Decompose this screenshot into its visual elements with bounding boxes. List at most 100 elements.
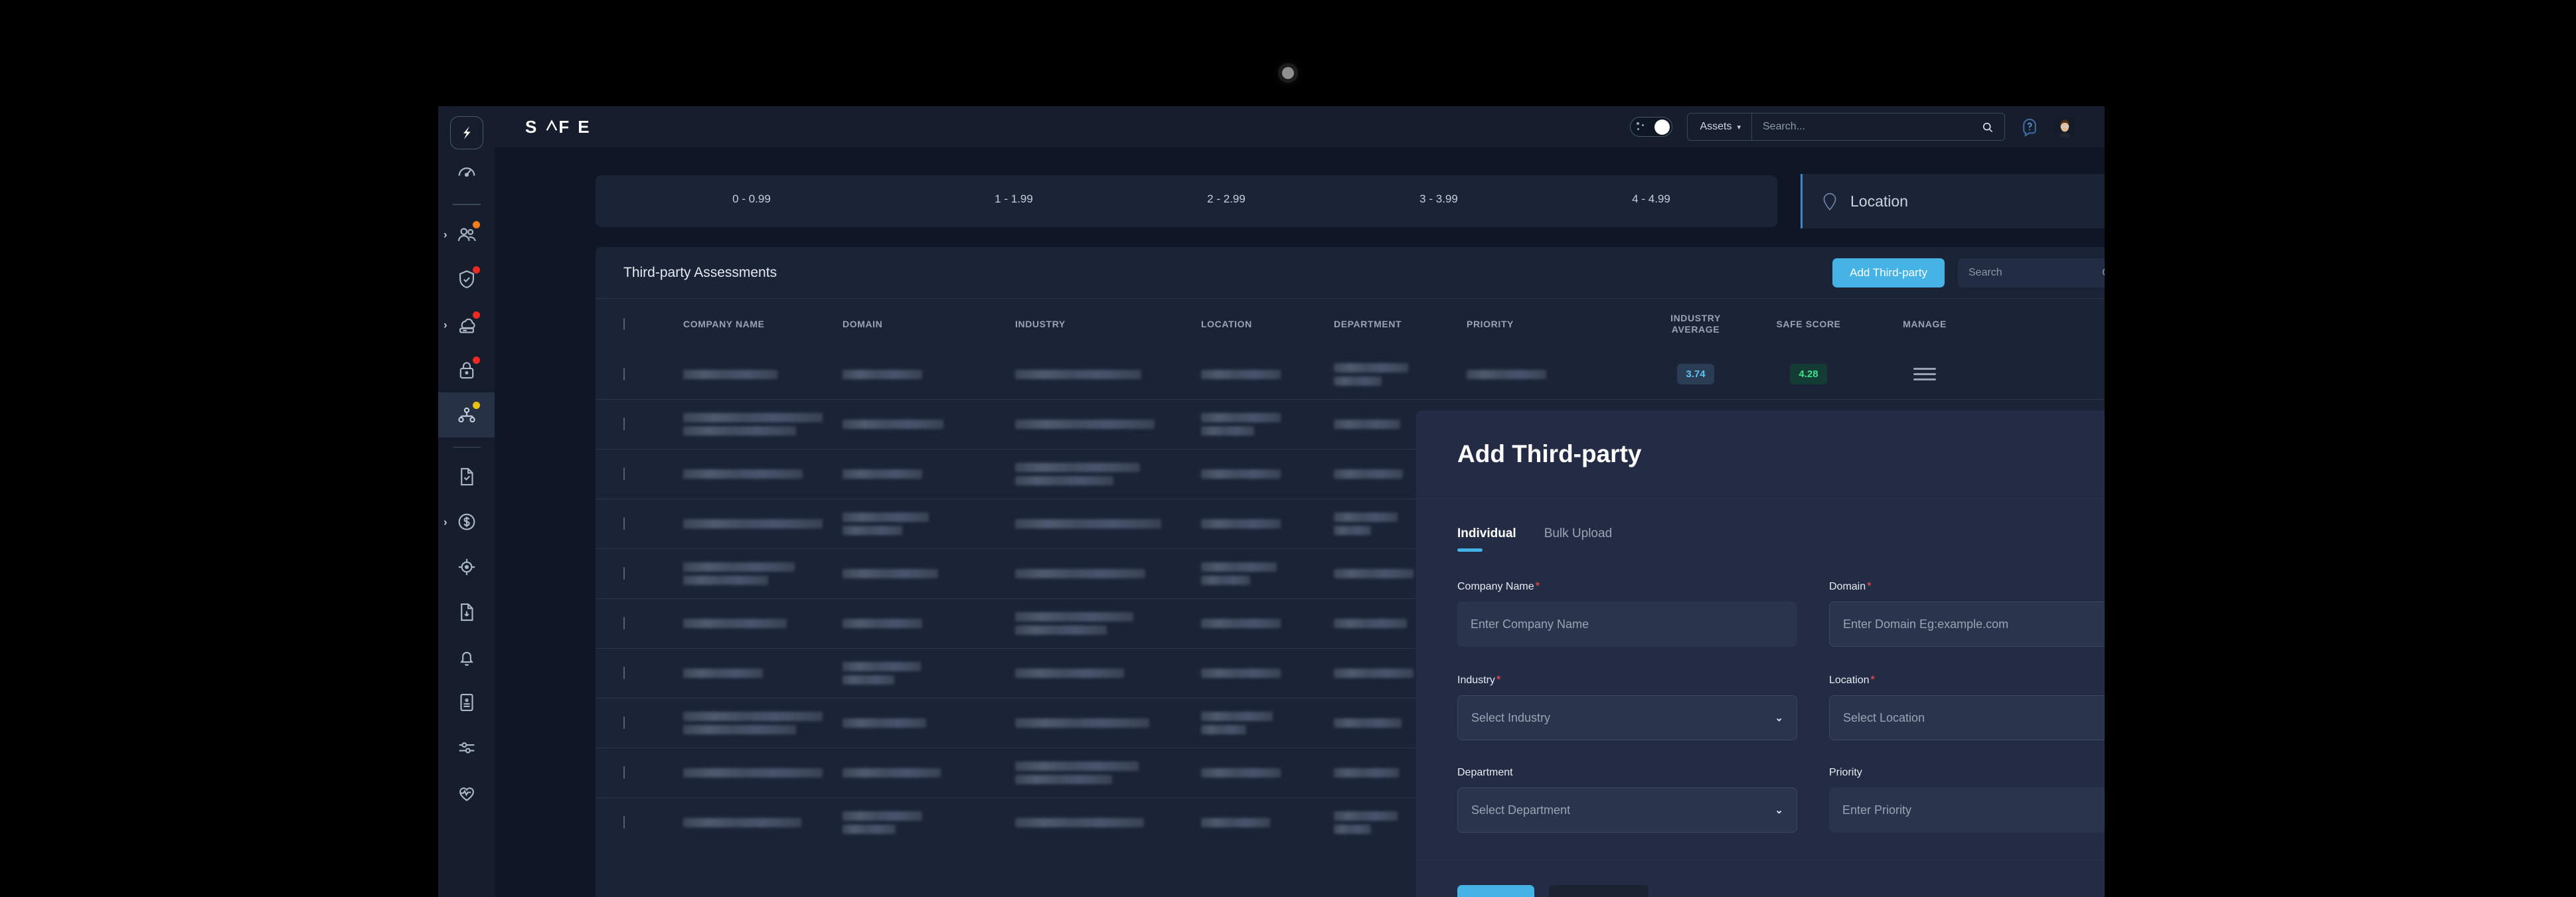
- cell-company-name-redacted: [683, 469, 843, 479]
- column-company-name: COMPANY NAME: [683, 319, 765, 329]
- location-panel[interactable]: Location: [1801, 174, 2105, 228]
- document-download-icon: [455, 601, 478, 623]
- field-industry: Industry * Select Industry ⌄: [1457, 673, 1797, 740]
- table-header-bar: Third-party Assessments Add Third-party …: [596, 247, 2105, 299]
- brand-letter-e: E: [578, 116, 598, 137]
- score-range-legend-card: 0 - 0.99 1 - 1.99 2 - 2.99 3 - 3.99 4 - …: [596, 175, 1777, 227]
- table-row[interactable]: 3.74 4.28: [596, 349, 2105, 399]
- assets-scope-dropdown[interactable]: Assets ▾: [1688, 114, 1752, 140]
- sidebar-item-third-party[interactable]: [438, 392, 495, 438]
- global-search-input[interactable]: Search...: [1752, 114, 2004, 140]
- sidebar-item-settings[interactable]: [438, 725, 495, 770]
- chevron-right-icon: ›: [443, 228, 447, 240]
- webcam-indicator: [1282, 67, 1294, 79]
- cell-location-redacted: [1201, 619, 1334, 628]
- add-third-party-button[interactable]: Add Third-party: [1832, 258, 1945, 287]
- sidebar-item-downloads[interactable]: [438, 590, 495, 635]
- column-industry-average-line1: INDUSTRY: [1670, 312, 1721, 323]
- cancel-button[interactable]: Cancel: [1549, 885, 1649, 897]
- sliders-icon: [455, 736, 478, 759]
- safe-logo[interactable]: [449, 116, 483, 149]
- domain-label-text: Domain: [1829, 581, 1866, 592]
- help-icon[interactable]: [2020, 117, 2040, 137]
- company-name-input[interactable]: Enter Company Name: [1457, 602, 1797, 647]
- modal-header: Add Third-party: [1416, 410, 2105, 499]
- table-search-input[interactable]: Search: [1958, 258, 2105, 287]
- modal-tabs: Individual Bulk Upload: [1457, 527, 2105, 552]
- row-select-cell: [623, 617, 683, 629]
- row-select-checkbox[interactable]: [623, 766, 625, 779]
- priority-placeholder: Enter Priority: [1842, 803, 1912, 817]
- priority-input[interactable]: Enter Priority: [1829, 787, 2105, 833]
- sidebar-item-cloud-assets[interactable]: ›: [438, 302, 495, 347]
- industry-select[interactable]: Select Industry ⌄: [1457, 695, 1797, 740]
- row-select-checkbox[interactable]: [623, 567, 625, 580]
- row-select-checkbox[interactable]: [623, 517, 625, 530]
- industry-placeholder: Select Industry: [1471, 710, 1551, 724]
- sidebar-item-people[interactable]: ›: [438, 212, 495, 257]
- row-select-checkbox[interactable]: [623, 367, 625, 380]
- sidebar-item-notifications[interactable]: [438, 635, 495, 680]
- row-select-checkbox[interactable]: [623, 617, 625, 629]
- required-marker: *: [1535, 580, 1540, 592]
- required-marker: *: [1496, 673, 1501, 686]
- safe-application-window: › › › S F E Assets ▾ Search... 0 - 0.99 …: [438, 106, 2105, 897]
- row-select-checkbox[interactable]: [623, 667, 625, 679]
- row-select-cell: [623, 418, 683, 430]
- cell-location-redacted: [1201, 669, 1334, 678]
- sidebar-item-health[interactable]: [438, 770, 495, 815]
- column-industry-average-line2: AVERAGE: [1671, 324, 1720, 335]
- cell-location-redacted: [1201, 712, 1334, 734]
- search-icon[interactable]: [2101, 266, 2105, 279]
- add-button[interactable]: Add: [1457, 885, 1534, 897]
- status-dot: [473, 356, 480, 364]
- sidebar-item-reports[interactable]: [438, 680, 495, 725]
- row-select-checkbox[interactable]: [623, 716, 625, 729]
- location-label-text: Location: [1829, 675, 1870, 686]
- domain-input[interactable]: Enter Domain Eg:example.com: [1829, 602, 2105, 647]
- sidebar-item-compliance[interactable]: [438, 454, 495, 499]
- cell-location-redacted: [1201, 768, 1334, 777]
- department-select[interactable]: Select Department ⌄: [1457, 787, 1797, 833]
- sidebar-divider-bottom: [452, 446, 481, 448]
- industry-label: Industry *: [1457, 673, 1797, 687]
- search-icon[interactable]: [1981, 121, 1994, 133]
- add-third-party-form: Company Name * Enter Company Name Domain *: [1457, 580, 2105, 833]
- select-all-cell: [623, 318, 683, 330]
- row-select-checkbox[interactable]: [623, 816, 625, 829]
- score-range-2: 2 - 2.99: [1207, 193, 1246, 205]
- cell-domain-redacted: [843, 662, 1015, 685]
- user-avatar[interactable]: [2054, 116, 2075, 137]
- brand-letter-s: S: [525, 116, 546, 137]
- modal-footer: Add Cancel: [1416, 859, 2105, 897]
- cell-domain-redacted: [843, 569, 1015, 578]
- cell-company-name-redacted: [683, 768, 843, 777]
- cell-domain-redacted: [843, 469, 1015, 479]
- tab-individual[interactable]: Individual: [1457, 527, 1516, 552]
- cell-industry-redacted: [1015, 762, 1201, 784]
- manage-lines-icon[interactable]: [1865, 368, 1984, 380]
- cell-department-redacted: [1334, 363, 1467, 386]
- sidebar-item-financials[interactable]: ›: [438, 499, 495, 544]
- cell-company-name-redacted: [683, 519, 843, 529]
- cell-domain-redacted: [843, 768, 1015, 777]
- sidebar-item-targets[interactable]: [438, 544, 495, 590]
- row-select-checkbox[interactable]: [623, 418, 625, 430]
- location-label: Location *: [1829, 673, 2105, 687]
- sidebar-item-security[interactable]: [438, 257, 495, 302]
- select-all-checkbox[interactable]: [623, 318, 625, 330]
- location-panel-title: Location: [1850, 192, 1908, 210]
- form-row-3: Department Select Department ⌄ Priority …: [1457, 767, 2105, 833]
- dark-mode-toggle[interactable]: [1630, 117, 1673, 137]
- row-select-checkbox[interactable]: [623, 467, 625, 480]
- column-industry: INDUSTRY: [1015, 319, 1066, 329]
- location-select[interactable]: Select Location ⌄: [1829, 695, 2105, 740]
- cell-industry-average: 3.74: [1639, 364, 1752, 384]
- sidebar-item-access[interactable]: [438, 347, 495, 392]
- table-search-placeholder: Search: [1969, 266, 2002, 278]
- company-name-placeholder: Enter Company Name: [1471, 617, 1589, 631]
- tab-bulk-upload[interactable]: Bulk Upload: [1544, 527, 1612, 552]
- chevron-down-icon: ▾: [1737, 123, 1741, 131]
- sidebar-item-dashboard[interactable]: [438, 149, 495, 195]
- chevron-down-icon: ⌄: [1775, 805, 1783, 816]
